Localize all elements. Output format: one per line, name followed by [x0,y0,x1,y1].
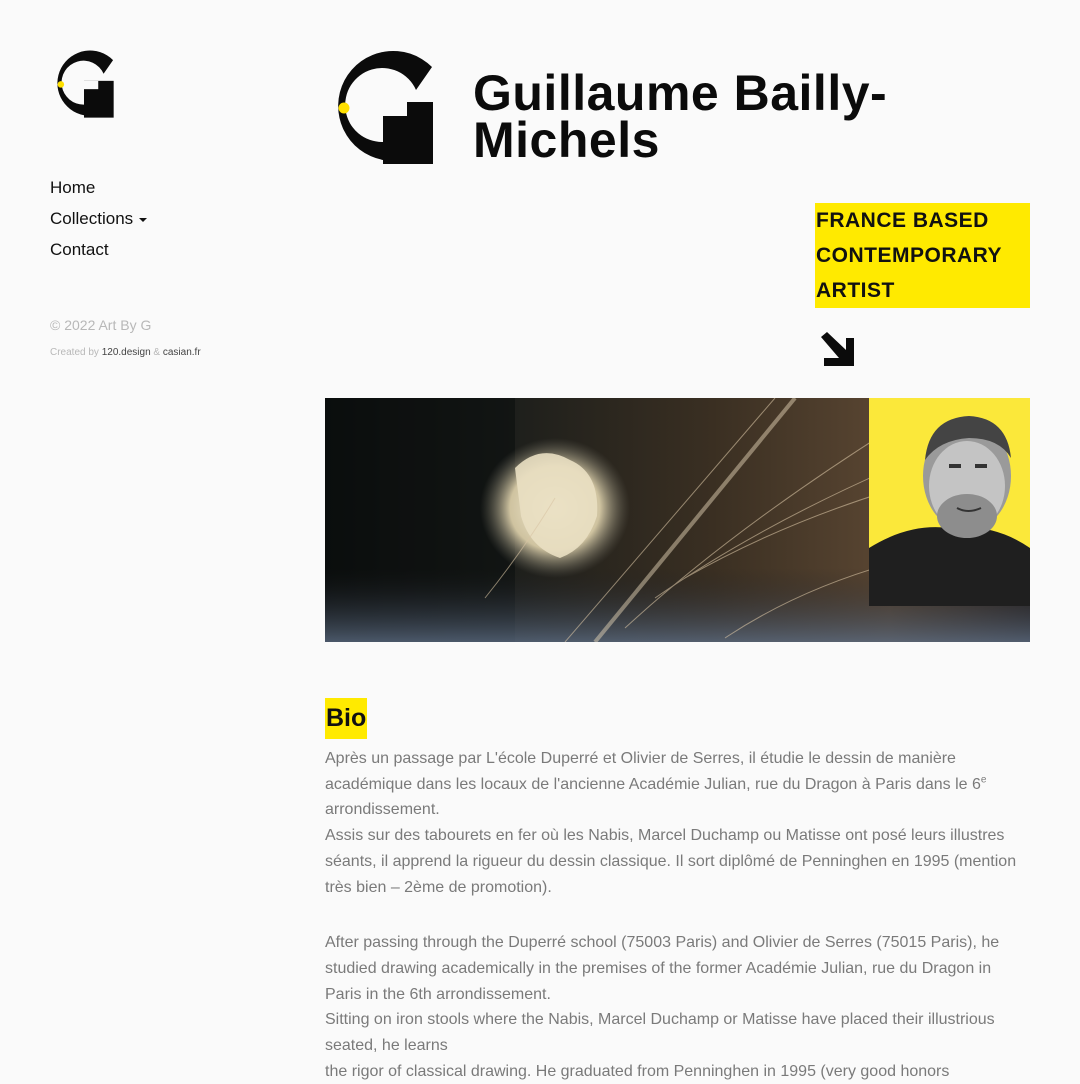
bio-heading: Bio [325,698,368,739]
bio-fr-paragraph-1: Après un passage par L'école Duperré et … [325,746,1030,823]
main-nav: Home Collections Contact [50,172,148,265]
page-title: Guillaume Bailly- Michels [473,68,1013,165]
arrow-down-right-icon[interactable] [818,332,858,368]
bio-fr-p1-sup: e [980,774,987,786]
credits: Created by 120.design & casian.fr [50,347,201,358]
caret-down-icon [139,217,148,222]
bio-en-paragraph-1: After passing through the Duperré school… [325,934,1000,1003]
nav-home[interactable]: Home [50,172,147,203]
artist-portrait [869,398,1030,606]
header-logo-icon [338,50,433,164]
hero-image [325,398,1030,642]
tagline-line-2: CONTEMPORARY [816,244,1003,267]
tagline-line-1: FRANCE BASED [816,209,989,232]
nav-contact-label: Contact [50,240,109,259]
logo-icon[interactable] [50,50,118,120]
credit-link-120design[interactable]: 120.design [102,347,151,358]
bio-fr-p1-end: arrondissement. [325,801,440,819]
bio-fr-paragraph-2: Assis sur des tabourets en fer où les Na… [325,827,1017,896]
portrait-image [869,398,1030,606]
bio-en-paragraph-2: Sitting on iron stools where the Nabis, … [325,1011,995,1055]
nav-contact[interactable]: Contact [50,234,147,265]
credit-link-casian[interactable]: casian.fr [163,347,201,358]
title-line-2: Michels [473,112,660,168]
nav-collections-label: Collections [50,209,134,228]
tagline-line-3: ARTIST [816,279,895,302]
copyright: © 2022 Art By G [50,317,152,333]
nav-collections[interactable]: Collections [50,203,148,234]
bio-text: Après un passage par L'école Duperré et … [325,746,1030,1084]
credits-amp: & [153,347,161,358]
credits-label: Created by [50,347,99,358]
bio-fr-p1-text: Après un passage par L'école Duperré et … [325,750,981,793]
bio-en-paragraph-3: the rigor of classical drawing. He gradu… [325,1062,950,1080]
tagline-badge: FRANCE BASED CONTEMPORARY ARTIST [815,203,1030,308]
nav-home-label: Home [50,178,96,197]
